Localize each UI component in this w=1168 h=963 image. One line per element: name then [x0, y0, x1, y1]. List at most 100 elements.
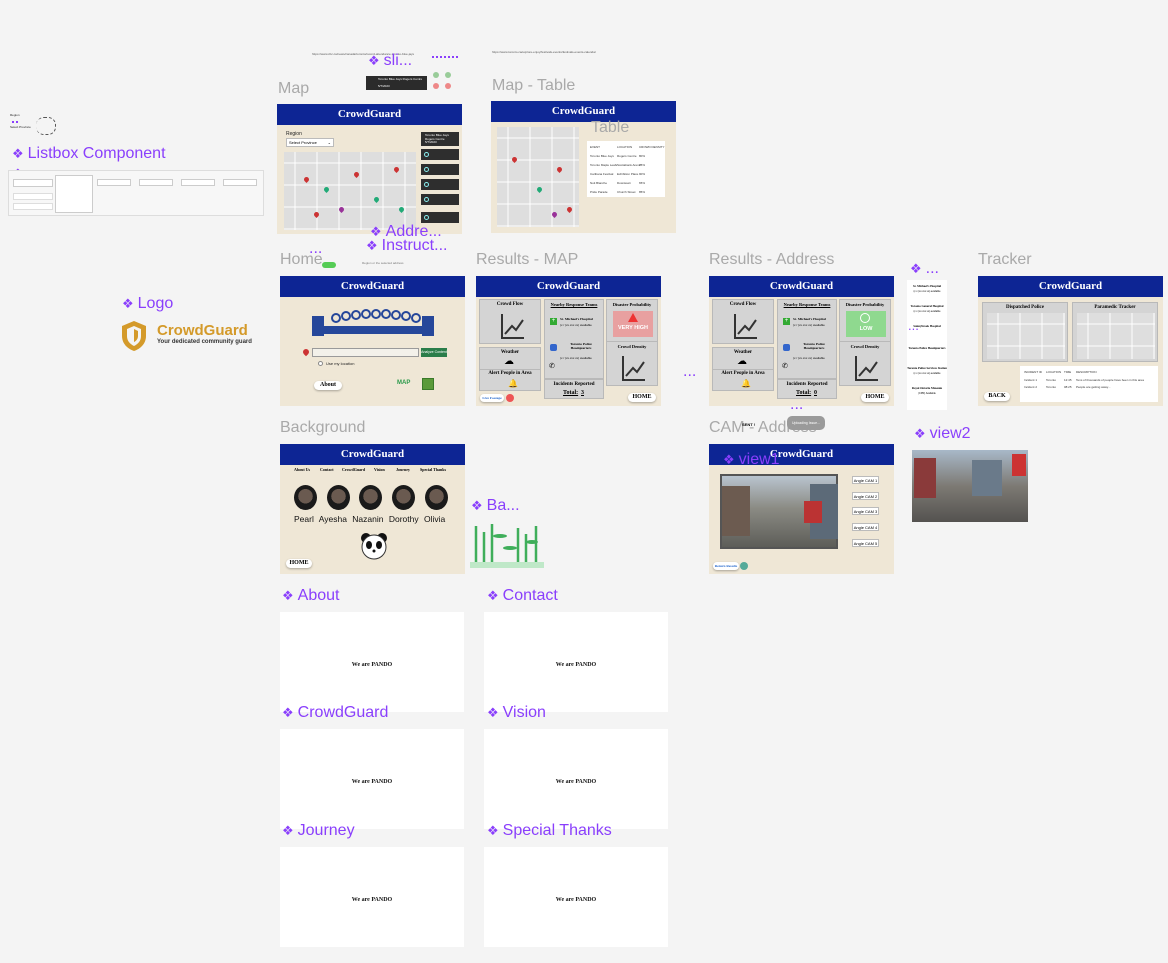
back-button[interactable]: BACK [984, 392, 1010, 401]
nav-about-us[interactable]: About Us [294, 467, 310, 472]
map-button[interactable]: MAP [397, 379, 417, 388]
map-pin-icon[interactable] [337, 205, 346, 214]
map-pin-icon[interactable] [535, 185, 544, 194]
home-button[interactable]: HOME [628, 393, 656, 402]
camera-angle-button[interactable]: Angle CAM 2 [852, 492, 879, 500]
component-icon: ❖ [723, 452, 735, 467]
vision-component-label[interactable]: ❖ Vision [487, 704, 546, 722]
nav-journey[interactable]: Journey [396, 467, 410, 472]
listbox-option-a[interactable] [13, 193, 53, 200]
alert-card[interactable]: Alert People in Area 🔔 [712, 369, 774, 391]
home-frame[interactable]: CrowdGuard Analyze Content Use my locati… [280, 276, 465, 406]
map-pin-icon[interactable] [302, 175, 311, 184]
address-search-input[interactable] [312, 348, 419, 357]
results-variant-label[interactable]: ... [683, 363, 696, 381]
listbox-option-b[interactable] [13, 203, 53, 210]
map-view[interactable] [284, 152, 416, 230]
table-cell: Incident 2 [1024, 385, 1038, 389]
dispatch-map[interactable] [987, 313, 1065, 359]
instruct-component-label[interactable]: ❖ Instruct... [366, 237, 447, 255]
nav-crowdguard[interactable]: CrowdGuard [342, 467, 365, 472]
legend-card[interactable]: Toronto Blue Jays Rogers Centre 5/7/2023 [421, 132, 459, 146]
map-pin-icon[interactable] [510, 155, 519, 164]
crowdguard-logo[interactable]: CrowdGuard Your dedicated community guar… [120, 320, 260, 352]
map-pin-icon[interactable] [397, 205, 406, 214]
bell-icon[interactable]: 🔔 [508, 379, 518, 388]
dispatched-police-card[interactable]: Dispatched Police [982, 302, 1068, 362]
contact-component-label[interactable]: ❖ Contact [487, 587, 558, 605]
map-pin-icon[interactable] [372, 195, 381, 204]
live-footage-button[interactable]: Live Footage [480, 394, 504, 402]
background-frame[interactable]: CrowdGuard About Us Contact CrowdGuard V… [280, 444, 465, 574]
listbox-select-3[interactable] [139, 179, 173, 186]
nav-special-thanks[interactable]: Special Thanks [420, 467, 446, 472]
special-thanks-component-label[interactable]: ❖ Special Thanks [487, 822, 612, 840]
app-header: CrowdGuard [280, 444, 465, 465]
bamboo-component-label[interactable]: ❖ Ba... [471, 497, 520, 515]
map-pin-icon[interactable] [565, 205, 574, 214]
map-pin-icon[interactable] [322, 185, 331, 194]
contact-frame: We are PANDO [484, 612, 668, 712]
record-icon[interactable] [506, 394, 514, 402]
incidents-total-value: 3 [581, 390, 584, 396]
events-table: EVENT LOCATION CROWD DENSITY Toronto Blu… [587, 141, 665, 197]
bell-icon[interactable]: 🔔 [741, 379, 751, 388]
home-button[interactable]: HOME [861, 393, 889, 402]
region-select[interactable]: Select Province ⌄ [286, 138, 334, 147]
event-row[interactable] [421, 194, 459, 205]
map-pin-icon[interactable] [392, 165, 401, 174]
event-row[interactable] [421, 212, 459, 223]
home-button[interactable]: HOME [286, 559, 312, 568]
crowdguard-component-label[interactable]: ❖ CrowdGuard [282, 704, 388, 722]
map-frame[interactable]: CrowdGuard Region Select Province ⌄ Toron… [277, 104, 462, 234]
analyze-button[interactable]: Analyze Content [421, 348, 447, 357]
map-table-frame[interactable]: CrowdGuard EVENT LOCATION CROWD DENSITY … [491, 101, 676, 233]
view1-component-label[interactable]: ❖ view1 [723, 451, 780, 469]
listbox-component-label[interactable]: ❖ Listbox Component [12, 145, 166, 163]
logo-component-label[interactable]: ❖ Logo [122, 295, 173, 313]
alert-card[interactable]: Alert People in Area 🔔 [479, 369, 541, 391]
camera-angle-button[interactable]: Angle CAM 4 [852, 523, 879, 531]
slider-component-label[interactable]: ❖ sli... [368, 52, 412, 70]
listbox-select-5[interactable] [223, 179, 257, 186]
map-pin-icon[interactable] [555, 165, 564, 174]
about-component-label[interactable]: ❖ About [282, 587, 339, 605]
paramedic-map[interactable] [1077, 313, 1155, 359]
map-pin-icon[interactable] [312, 210, 321, 219]
event-row[interactable] [421, 179, 459, 190]
map-thumbnail-icon[interactable] [422, 378, 434, 390]
toggle-switch[interactable] [322, 262, 336, 268]
table-cell: Church Street [617, 190, 636, 194]
record-icon[interactable] [740, 562, 748, 570]
map-pin-icon[interactable] [550, 210, 559, 219]
return-results-button[interactable]: Return Results [713, 562, 739, 570]
map-pin-icon[interactable] [352, 170, 361, 179]
use-location-checkbox[interactable] [318, 361, 323, 366]
journey-component-label[interactable]: ❖ Journey [282, 822, 355, 840]
results-map-frame[interactable]: CrowdGuard Crowd Flow Nearby Response Te… [476, 276, 661, 406]
camera-angle-button[interactable]: Angle CAM 5 [852, 539, 879, 547]
listbox-expanded[interactable] [55, 175, 93, 213]
camera-angle-button[interactable]: Angle CAM 1 [852, 476, 879, 484]
map-view[interactable] [497, 127, 579, 227]
view2-component-label[interactable]: ❖ view2 [914, 425, 971, 443]
about-button[interactable]: About [314, 381, 342, 390]
listbox-select-2[interactable] [97, 179, 131, 186]
incidents-title: Incidents Reported [553, 382, 595, 387]
listbox-select-1[interactable] [13, 179, 53, 187]
event-row[interactable] [421, 164, 459, 175]
results-address-frame[interactable]: CrowdGuard Crowd Flow Nearby Response Te… [709, 276, 894, 406]
shield-icon [122, 321, 146, 351]
event-row[interactable] [421, 149, 459, 160]
camera-angle-button[interactable]: Angle CAM 3 [852, 507, 879, 515]
camera-feed[interactable] [720, 474, 838, 549]
tracker-frame[interactable]: CrowdGuard Dispatched Police Paramedic T… [978, 276, 1163, 406]
side-list-variant-label[interactable]: ... [908, 318, 919, 333]
cam-variant-label[interactable]: ... [790, 396, 803, 414]
paramedic-tracker-card[interactable]: Paramedic Tracker [1072, 302, 1158, 362]
phone-icon: ✆ [549, 363, 555, 370]
listbox-select-4[interactable] [181, 179, 215, 186]
nav-vision[interactable]: Vision [374, 467, 385, 472]
side-list-label[interactable]: ❖... [910, 260, 939, 278]
nav-contact[interactable]: Contact [320, 467, 334, 472]
